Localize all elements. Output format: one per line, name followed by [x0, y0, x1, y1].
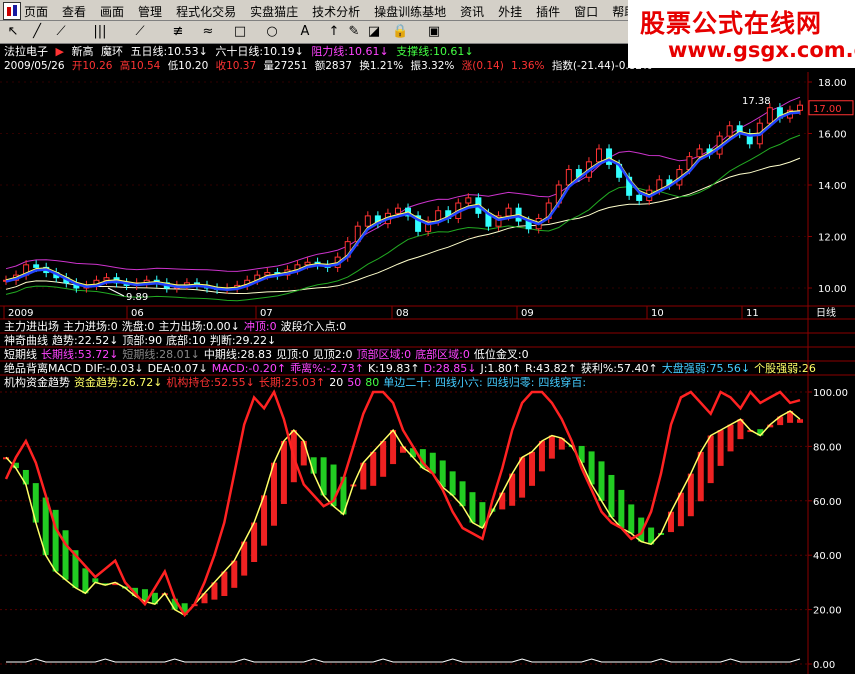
fund-bar-60 — [598, 461, 605, 501]
ind-axis-label-3: 40.00 — [813, 551, 842, 562]
fund-bar-61 — [608, 474, 615, 518]
ind-axis-label-5: 0.00 — [813, 660, 835, 671]
fund-bar-25 — [251, 522, 258, 562]
fund-bar-37 — [370, 451, 377, 486]
candle-body-69 — [696, 148, 703, 158]
peak-price-label: 17.38 — [742, 96, 771, 107]
fund-bar-46 — [459, 481, 466, 507]
date-axis-label-4: 09 — [521, 308, 534, 319]
fund-bar-39 — [390, 430, 397, 465]
fund-bar-28 — [280, 440, 287, 504]
ind-axis-label-0: 100.00 — [813, 388, 848, 399]
ind-axis-label-2: 60.00 — [813, 497, 842, 508]
date-axis-label-6: 11 — [746, 308, 759, 319]
fund-bar-70 — [697, 451, 704, 502]
candle-body-10 — [103, 277, 110, 281]
fund-bar-80 — [797, 419, 803, 423]
candle-body-72 — [726, 125, 733, 137]
fund-bar-63 — [628, 504, 635, 534]
fund-bar-54 — [538, 440, 545, 472]
fund-bar-38 — [380, 440, 387, 477]
date-axis-label-1: 06 — [131, 308, 144, 319]
price-axis-label-0: 18.00 — [818, 78, 847, 89]
fund-bar-45 — [449, 471, 456, 496]
fund-bar-62 — [618, 489, 625, 528]
candle-body-79 — [797, 104, 803, 111]
candle-body-50 — [505, 207, 512, 217]
candle-body-46 — [465, 197, 472, 204]
date-unit-label: 日线 — [816, 306, 836, 319]
ma5-blue-line — [5, 111, 801, 291]
candle-body-3 — [33, 264, 40, 268]
fund-bar-53 — [529, 451, 536, 486]
fund-bar-55 — [548, 435, 555, 459]
date-axis-label-2: 07 — [260, 308, 273, 319]
candle-body-60 — [606, 148, 613, 165]
fund-bar-30 — [300, 440, 307, 466]
fund-bar-23 — [231, 560, 238, 588]
candle-body-39 — [394, 207, 401, 214]
price-axis-label-2: 14.00 — [818, 181, 847, 192]
stock-chart[interactable]: 18.00 16.00 14.00 12.00 10.00 17.00 2009 06 07 08… — [0, 0, 855, 674]
fund-bar-73 — [727, 424, 734, 452]
candle-body-36 — [364, 215, 371, 227]
fund-bar-22 — [221, 571, 228, 596]
fund-bar-8 — [82, 568, 89, 594]
price-axis-label-3: 12.00 — [818, 233, 847, 244]
fund-bar-71 — [707, 435, 714, 484]
candle-body-59 — [595, 148, 602, 163]
lower-band-line — [5, 134, 801, 302]
date-axis-label-3: 08 — [396, 308, 409, 319]
fund-bar-72 — [717, 430, 724, 466]
low-price-label: 9.89 — [126, 292, 148, 303]
candle-body-56 — [565, 169, 572, 186]
candle-body-76 — [766, 107, 773, 124]
candle-body-63 — [636, 194, 643, 201]
fund-bar-6 — [62, 530, 69, 580]
price-axis-label-1: 16.00 — [818, 130, 847, 141]
price-axis-label-4: 10.00 — [818, 284, 847, 295]
fund-bar-52 — [519, 457, 526, 498]
ind-axis-label-1: 80.00 — [813, 442, 842, 453]
date-axis-label-0: 2009 — [8, 308, 33, 319]
current-price-label: 17.00 — [813, 104, 842, 115]
fund-bar-69 — [687, 473, 694, 517]
date-axis-label-5: 10 — [651, 308, 664, 319]
ind-axis-label-4: 20.00 — [813, 606, 842, 617]
zero-baseline-line — [6, 658, 801, 663]
